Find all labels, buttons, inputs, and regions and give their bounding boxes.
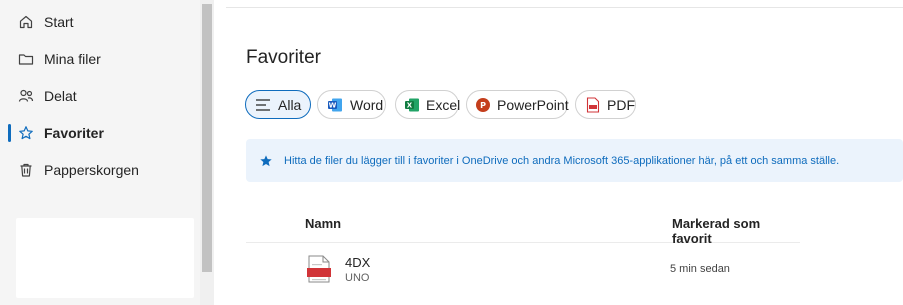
star-filled-icon <box>259 154 273 168</box>
home-icon <box>18 14 34 30</box>
filter-word-button[interactable]: W Word <box>317 90 386 119</box>
word-icon: W <box>326 96 344 114</box>
column-header-name[interactable]: Namn <box>305 216 341 231</box>
filter-label: PDF <box>607 96 635 113</box>
people-icon <box>18 88 34 104</box>
svg-text:P: P <box>480 101 486 110</box>
filter-label: Alla <box>278 96 302 113</box>
sidebar-item-papperskorgen[interactable]: Papperskorgen <box>8 153 196 187</box>
filter-powerpoint-button[interactable]: P PowerPoint <box>466 90 569 119</box>
folder-icon <box>18 51 34 67</box>
filter-pdf-button[interactable]: PDF <box>575 90 636 119</box>
filter-excel-button[interactable]: X Excel <box>395 90 461 119</box>
scrollbar-thumb[interactable] <box>202 4 212 272</box>
favorited-time: 5 min sedan <box>670 263 730 275</box>
sidebar: Start Mina filer Delat Favoriter Pappers… <box>0 0 200 305</box>
sidebar-item-label: Start <box>44 14 74 30</box>
filter-label: Excel <box>426 96 461 113</box>
table-header: Namn Markerad som favorit <box>246 202 800 246</box>
sidebar-item-favoriter[interactable]: Favoriter <box>8 116 196 150</box>
pdf-file-icon <box>306 255 332 283</box>
filter-label: Word <box>350 96 384 113</box>
table-row[interactable]: 4DX UNO 5 min sedan <box>246 244 800 294</box>
sidebar-item-delat[interactable]: Delat <box>8 79 196 113</box>
excel-icon: X <box>404 96 420 114</box>
column-header-favorited[interactable]: Markerad som favorit <box>672 216 800 246</box>
divider <box>226 7 903 8</box>
powerpoint-icon: P <box>475 96 491 114</box>
sidebar-item-start[interactable]: Start <box>8 5 196 39</box>
sidebar-item-label: Papperskorgen <box>44 162 139 178</box>
page-title: Favoriter <box>246 47 321 68</box>
banner-text: Hitta de filer du lägger till i favorite… <box>284 154 840 167</box>
main-content: Favoriter Alla W Word X Excel P PowerPoi… <box>214 0 903 305</box>
sidebar-scrollbar[interactable] <box>200 0 214 305</box>
trash-icon <box>18 162 34 178</box>
filter-label: PowerPoint <box>497 96 569 113</box>
sidebar-item-mina-filer[interactable]: Mina filer <box>8 42 196 76</box>
sidebar-card <box>16 218 194 298</box>
info-banner: Hitta de filer du lägger till i favorite… <box>246 139 903 182</box>
star-icon <box>18 125 34 141</box>
file-name[interactable]: 4DX <box>345 255 370 270</box>
pdf-icon <box>584 96 601 114</box>
sidebar-item-label: Delat <box>44 88 77 104</box>
sidebar-item-label: Favoriter <box>44 125 104 141</box>
svg-text:X: X <box>407 101 413 109</box>
file-location: UNO <box>345 272 370 284</box>
sidebar-item-label: Mina filer <box>44 51 101 67</box>
svg-text:W: W <box>329 101 337 109</box>
lines-icon <box>254 96 272 114</box>
filter-all-button[interactable]: Alla <box>245 90 311 119</box>
